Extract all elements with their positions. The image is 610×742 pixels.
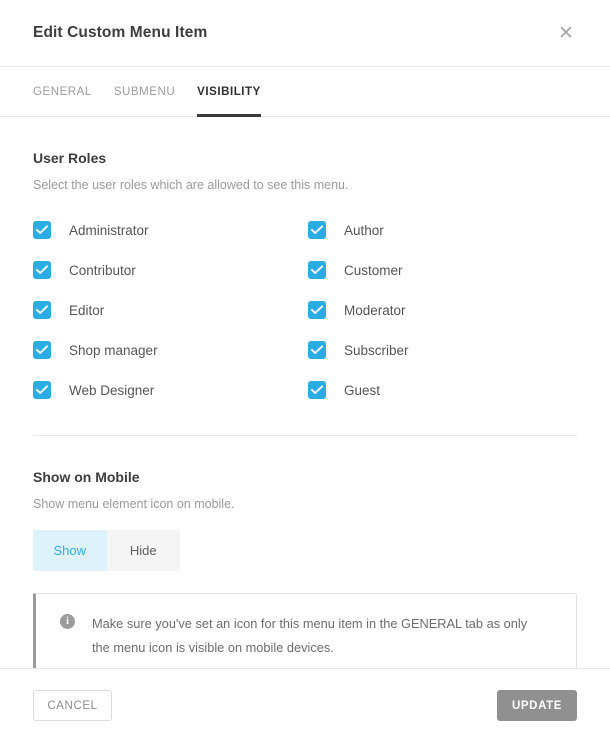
show-on-mobile-description: Show menu element icon on mobile. [33,497,235,511]
show-on-mobile-heading: Show on Mobile [33,469,140,485]
dialog-footer: CANCEL UPDATE [0,668,610,742]
role-label: Customer [344,262,403,278]
role-checkbox-moderator[interactable]: Moderator [308,290,577,330]
info-notice-text: Make sure you've set an icon for this me… [92,616,528,655]
role-label: Editor [69,302,105,318]
role-checkbox-administrator[interactable]: Administrator [33,210,308,250]
checkbox-checked-icon[interactable] [308,261,326,279]
role-label: Moderator [344,302,406,318]
toggle-hide-button[interactable]: Hide [106,530,180,571]
checkbox-checked-icon[interactable] [308,301,326,319]
dialog-header: Edit Custom Menu Item ✕ [0,0,610,67]
close-icon[interactable]: ✕ [552,19,580,47]
tab-bar: GENERAL SUBMENU VISIBILITY [0,67,610,117]
tab-visibility[interactable]: VISIBILITY [197,67,261,117]
checkbox-checked-icon[interactable] [33,301,51,319]
checkbox-checked-icon[interactable] [33,221,51,239]
section-divider [33,435,577,436]
role-checkbox-author[interactable]: Author [308,210,577,250]
user-roles-description: Select the user roles which are allowed … [33,178,349,192]
role-checkbox-contributor[interactable]: Contributor [33,250,308,290]
checkbox-checked-icon[interactable] [33,381,51,399]
role-label: Web Designer [69,382,155,398]
role-checkbox-customer[interactable]: Customer [308,250,577,290]
checkbox-checked-icon[interactable] [308,341,326,359]
info-notice: i Make sure you've set an icon for this … [33,593,577,668]
checkbox-checked-icon[interactable] [308,381,326,399]
role-label: Subscriber [344,342,409,358]
role-label: Author [344,222,384,238]
tab-submenu[interactable]: SUBMENU [114,67,175,116]
checkbox-checked-icon[interactable] [33,341,51,359]
user-roles-grid: Administrator Author Contributor Custome… [33,210,577,410]
role-label: Guest [344,382,381,398]
edit-custom-menu-item-dialog: Edit Custom Menu Item ✕ GENERAL SUBMENU … [0,0,610,742]
toggle-show-button[interactable]: Show [33,530,107,571]
role-checkbox-web-designer[interactable]: Web Designer [33,370,308,410]
user-roles-heading: User Roles [33,150,107,166]
role-label: Shop manager [69,342,158,358]
checkbox-checked-icon[interactable] [33,261,51,279]
dialog-body: User Roles Select the user roles which a… [0,117,610,668]
update-button[interactable]: UPDATE [497,690,577,721]
role-checkbox-editor[interactable]: Editor [33,290,308,330]
role-checkbox-shop-manager[interactable]: Shop manager [33,330,308,370]
page-title: Edit Custom Menu Item [33,24,208,41]
cancel-button[interactable]: CANCEL [33,690,112,721]
role-checkbox-guest[interactable]: Guest [308,370,577,410]
info-icon: i [60,614,75,629]
tab-general[interactable]: GENERAL [33,67,92,116]
checkbox-checked-icon[interactable] [308,221,326,239]
show-on-mobile-toggle: Show Hide [33,530,180,571]
role-label: Administrator [69,222,149,238]
role-label: Contributor [69,262,136,278]
role-checkbox-subscriber[interactable]: Subscriber [308,330,577,370]
